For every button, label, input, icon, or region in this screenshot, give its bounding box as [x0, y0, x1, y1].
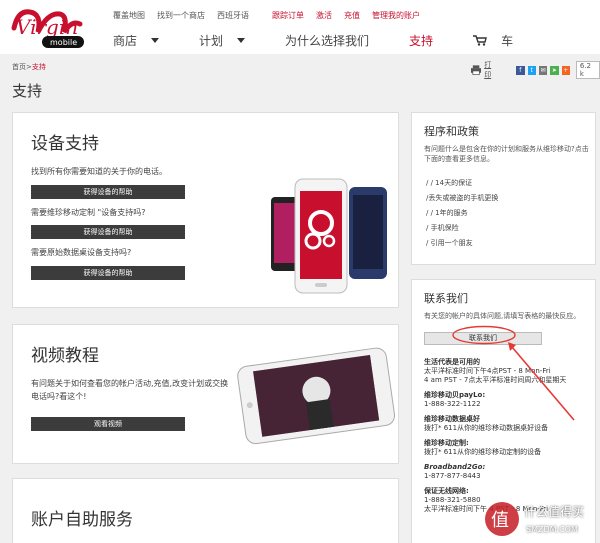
- smzdm-watermark: 值 什么值得买 SMZDM.COM: [482, 497, 600, 543]
- annotation-overlay: [452, 325, 575, 421]
- svg-text:值: 值: [491, 510, 509, 531]
